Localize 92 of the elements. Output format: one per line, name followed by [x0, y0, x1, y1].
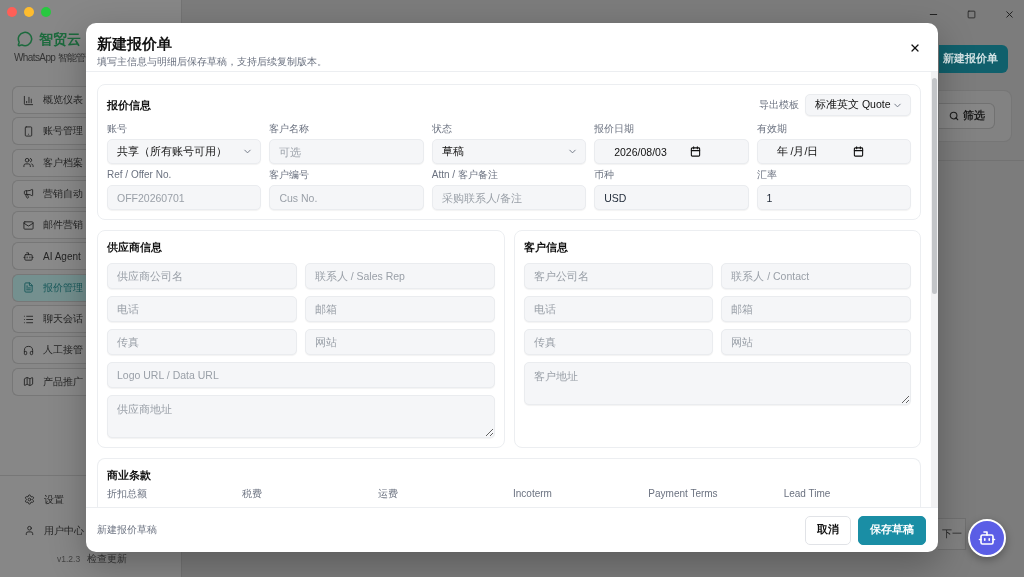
input-field[interactable]: 采购联系人/备注	[431, 185, 587, 210]
input-field[interactable]: 传真	[523, 329, 714, 355]
window-minimize-icon[interactable]	[24, 7, 34, 17]
input-field[interactable]: 电话	[523, 296, 714, 322]
input-field[interactable]: 邮箱	[721, 296, 911, 322]
maximize-icon[interactable]	[967, 9, 976, 19]
field-label: Payment Terms	[648, 488, 719, 500]
document-icon	[23, 282, 34, 294]
filter-button[interactable]: 筛选	[939, 103, 995, 129]
nav-item[interactable]: 账号管理	[12, 117, 86, 146]
calendar-icon[interactable]	[690, 146, 702, 157]
update-link[interactable]: 检查更新	[87, 552, 128, 566]
input-field[interactable]: 传真	[107, 329, 297, 355]
footer-note: 新建报价草稿	[97, 523, 157, 537]
input-field[interactable]: 1	[756, 185, 911, 210]
close-icon[interactable]	[1004, 8, 1015, 20]
cancel-button[interactable]: 取消	[805, 515, 851, 545]
calendar-icon[interactable]	[852, 146, 864, 157]
input-field[interactable]: Logo URL / Data URL	[107, 362, 495, 388]
nav-item[interactable]: 产品推广	[12, 367, 86, 396]
textarea-field[interactable]: 客户地址	[523, 362, 911, 405]
field-label: 汇率	[756, 169, 777, 181]
phone-icon	[23, 125, 34, 137]
save-button[interactable]: 保存草稿	[858, 515, 926, 545]
section-title: 客户信息	[523, 240, 569, 255]
close-icon	[909, 42, 921, 54]
headset-icon	[23, 344, 34, 356]
nav-item[interactable]: 概览仪表	[12, 86, 86, 114]
input-field[interactable]: Cus No.	[269, 185, 424, 210]
user-icon[interactable]	[24, 525, 35, 536]
nav-item[interactable]: AI Agent	[12, 242, 86, 271]
list-icon	[23, 313, 34, 325]
field-label: Attn / 客户备注	[431, 169, 498, 181]
input-field[interactable]: USD	[594, 185, 749, 210]
input-field[interactable]: 可选	[269, 139, 424, 164]
input-field[interactable]: 邮箱	[304, 296, 495, 322]
field-label: 币种	[594, 169, 615, 181]
nav-item[interactable]: 报价管理	[12, 273, 86, 302]
mail-icon	[23, 219, 34, 231]
dropdown[interactable]: 共享（所有账号可用）	[107, 139, 262, 164]
megaphone-icon	[23, 188, 34, 200]
robot-icon	[978, 529, 996, 547]
dialog-subtitle: 填写主信息与明细后保存草稿，支持后续复制版本。	[97, 55, 327, 68]
nav-item[interactable]: 邮件营销	[12, 211, 86, 240]
new-quote-button[interactable]: 新建报价单	[939, 45, 1008, 73]
field-label: 状态	[431, 123, 452, 135]
bar-chart-icon	[23, 94, 34, 106]
field-label: Incoterm	[513, 488, 553, 500]
nav-item[interactable]: 客户档案	[12, 148, 86, 177]
sidebar-link[interactable]: 设置	[44, 492, 64, 507]
field-label: 客户编号	[269, 169, 310, 181]
section-title: 供应商信息	[107, 240, 163, 255]
date-field[interactable]: 2026/08/03	[594, 139, 749, 164]
search-icon	[948, 111, 959, 121]
section-title: 报价信息	[107, 97, 151, 113]
input-field[interactable]: OFF20260701	[107, 185, 262, 210]
field-label: 有效期	[756, 123, 787, 135]
robot-icon	[23, 251, 34, 262]
field-label: Ref / Offer No.	[107, 169, 172, 181]
input-field[interactable]: 网站	[304, 329, 495, 355]
field-label: 折扣总额	[107, 488, 148, 500]
nav-item[interactable]: 人工接管	[12, 336, 86, 365]
field-label: 运费	[377, 488, 399, 500]
settings-icon[interactable]	[24, 494, 35, 505]
field-label: 报价日期	[594, 123, 635, 135]
nav-item[interactable]: 营销自动	[12, 179, 86, 208]
input-field[interactable]: 电话	[107, 296, 297, 322]
dialog-title: 新建报价单	[97, 34, 172, 53]
app-name: 智贸云	[39, 30, 81, 48]
nav-item[interactable]: 聊天会话	[12, 305, 86, 334]
input-field[interactable]: 供应商公司名	[107, 263, 297, 289]
input-field[interactable]: 联系人 / Sales Rep	[304, 263, 495, 289]
field-label: 导出模板	[759, 99, 799, 111]
textarea-field[interactable]: 供应商地址	[107, 395, 495, 438]
app-tagline: WhatsApp 智能管	[14, 52, 86, 64]
scrollbar-thumb[interactable]	[932, 78, 937, 294]
field-label: 账号	[107, 123, 127, 135]
field-label: 客户名称	[269, 123, 310, 135]
version-text: v1.2.3	[57, 554, 81, 564]
users-icon	[23, 157, 34, 169]
field-label: 税费	[242, 488, 264, 500]
dropdown[interactable]: 草稿	[431, 139, 587, 164]
chat-bubble-icon	[17, 31, 33, 47]
input-field[interactable]: 联系人 / Contact	[721, 263, 911, 289]
section-title: 商业条款	[107, 468, 152, 483]
date-field[interactable]: 年 /月/日	[756, 139, 911, 164]
sidebar-link[interactable]: 用户中心	[44, 523, 84, 538]
dropdown[interactable]: 标准英文 Quote	[805, 94, 911, 116]
map-icon	[23, 376, 34, 388]
field-label: Lead Time	[783, 488, 832, 500]
input-field[interactable]: 网站	[721, 329, 911, 355]
input-field[interactable]: 客户公司名	[523, 263, 714, 289]
